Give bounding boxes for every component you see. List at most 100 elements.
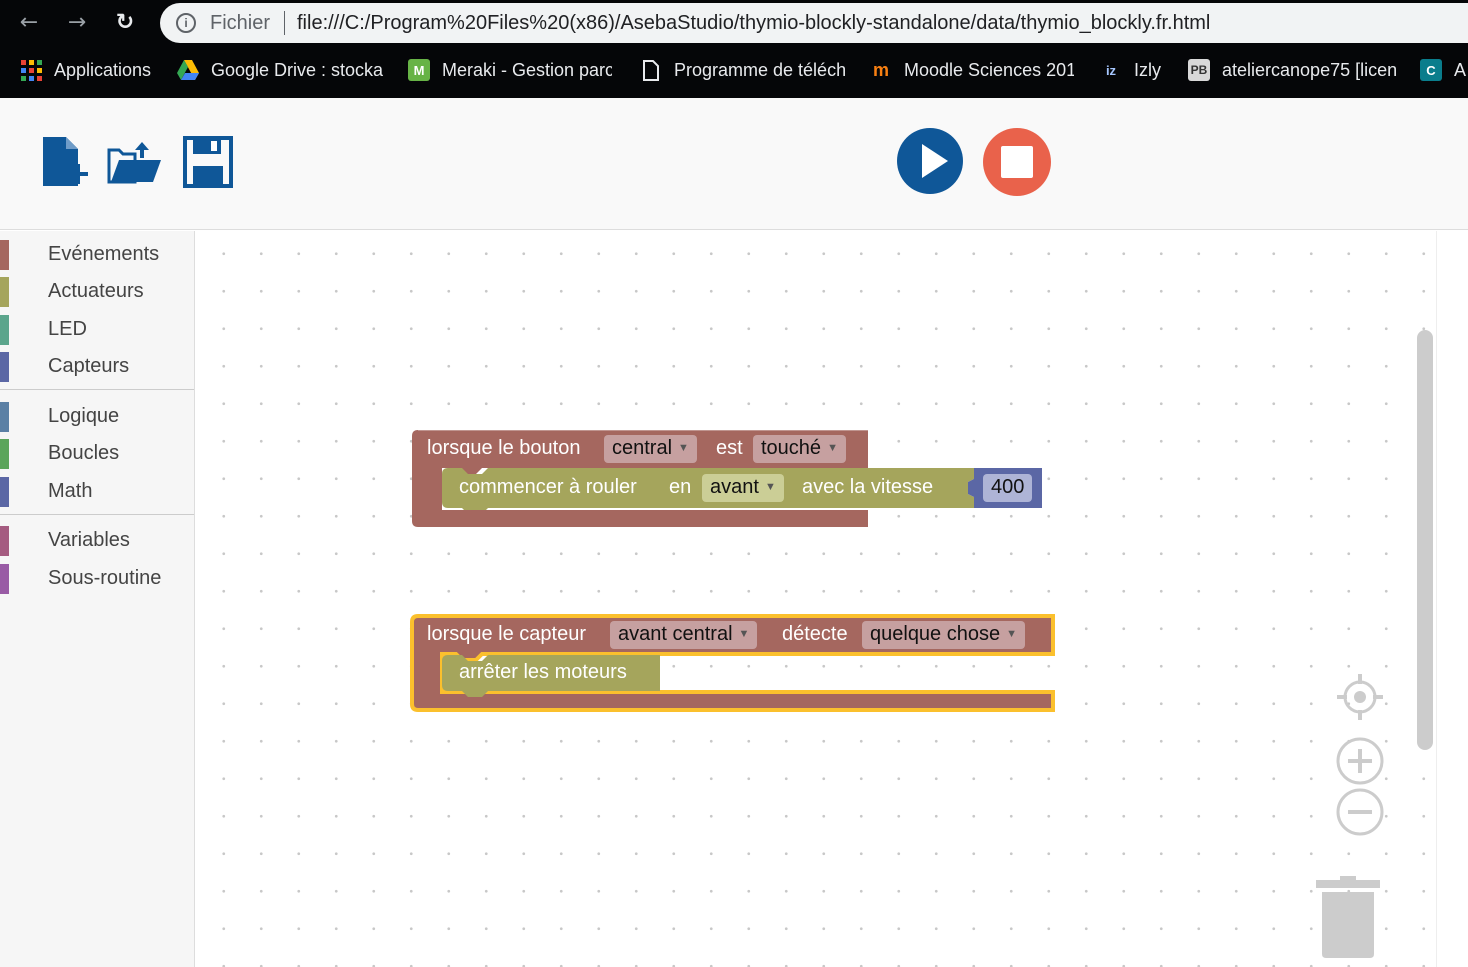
- category-capteurs[interactable]: Capteurs: [0, 349, 194, 383]
- open-folder-icon[interactable]: [107, 140, 163, 189]
- bookmark-label: Programme de téléch: [674, 59, 846, 80]
- url-text[interactable]: file:///C:/Program%20Files%20(x86)/Aseba…: [297, 12, 1210, 35]
- category-color: [0, 277, 9, 307]
- dropdown-arrow-icon: ▼: [764, 481, 776, 493]
- stop-motors-label: arrêter les moteurs: [459, 661, 627, 683]
- condition-dropdown[interactable]: quelque chose ▼: [862, 621, 1025, 649]
- dropdown-arrow-icon: ▼: [827, 442, 838, 454]
- dropdown-arrow-icon: ▼: [738, 628, 750, 640]
- info-icon[interactable]: i: [176, 13, 196, 33]
- bookmark-c[interactable]: C A: [1420, 56, 1468, 84]
- workspace-right-edge: [1436, 231, 1468, 967]
- run-button[interactable]: [897, 128, 963, 194]
- state-dropdown[interactable]: touché ▼: [753, 435, 846, 463]
- category-boucles[interactable]: Boucles: [0, 436, 194, 470]
- category-variables[interactable]: Variables: [0, 523, 194, 557]
- recenter-icon[interactable]: [1337, 674, 1383, 725]
- category-label: LED: [48, 318, 87, 340]
- category-label: Variables: [48, 529, 130, 551]
- speed-input[interactable]: 400: [983, 474, 1033, 502]
- scheme-label: Fichier: [210, 12, 271, 34]
- category-label: Sous-routine: [48, 567, 162, 589]
- category-color: [0, 402, 9, 432]
- new-file-icon[interactable]: [42, 136, 90, 193]
- state-value: touché: [761, 437, 822, 459]
- app-toolbar: [0, 98, 1468, 230]
- meraki-icon: M: [408, 59, 430, 81]
- page-icon: [640, 59, 662, 81]
- bookmarks-bar: Applications Google Drive : stocka M Mer…: [0, 50, 1468, 90]
- bookmark-meraki[interactable]: M Meraki - Gestion parc: [408, 56, 612, 84]
- event-block-mid: est: [716, 437, 743, 459]
- dropdown-arrow-icon: ▼: [678, 442, 689, 454]
- bookmark-label: Meraki - Gestion parc: [442, 59, 612, 80]
- category-evenements[interactable]: Evénements: [0, 237, 194, 271]
- back-icon[interactable]: ←: [14, 8, 44, 38]
- action-mid: en: [669, 476, 692, 498]
- omnibox-separator: [284, 11, 285, 35]
- apps-grid-icon: [20, 59, 42, 81]
- reload-icon[interactable]: ↻: [110, 8, 140, 38]
- event-block-prefix: lorsque le capteur: [427, 623, 586, 645]
- c-icon: C: [1420, 59, 1442, 81]
- event-block-mid: détecte: [782, 623, 848, 645]
- category-label: Evénements: [48, 243, 160, 265]
- action-suffix: avec la vitesse: [802, 476, 934, 498]
- category-led[interactable]: LED: [0, 312, 194, 346]
- category-color: [0, 240, 9, 270]
- toolbox: Evénements Actuateurs LED Capteurs Logiq…: [0, 231, 195, 967]
- category-color: [0, 352, 9, 382]
- bookmark-label: Google Drive : stocka: [211, 59, 384, 80]
- category-label: Math: [48, 480, 93, 502]
- zoom-in-icon[interactable]: [1336, 737, 1384, 790]
- bookmark-label: A: [1454, 59, 1467, 80]
- address-bar[interactable]: i Fichier file:///C:/Program%20Files%20(…: [160, 3, 1468, 43]
- stop-motors-block[interactable]: arrêter les moteurs: [442, 655, 660, 697]
- forward-icon[interactable]: →: [62, 8, 92, 38]
- dropdown-arrow-icon: ▼: [1006, 628, 1017, 640]
- category-color: [0, 526, 9, 556]
- category-math[interactable]: Math: [0, 474, 194, 508]
- sensor-value: avant central: [618, 623, 733, 645]
- izly-icon: iz: [1105, 62, 1117, 78]
- trash-icon[interactable]: [1316, 876, 1382, 965]
- save-icon[interactable]: [183, 136, 233, 193]
- workspace-scrollbar[interactable]: [1417, 330, 1433, 750]
- category-sous-routine[interactable]: Sous-routine: [0, 561, 194, 595]
- category-color: [0, 564, 9, 594]
- stop-button[interactable]: [983, 128, 1051, 196]
- browser-chrome: ← → ↻ i Fichier file:///C:/Program%20Fil…: [0, 0, 1468, 98]
- event-block-prefix: lorsque le bouton: [427, 437, 581, 459]
- pb-icon: PB: [1188, 59, 1210, 81]
- bookmark-label: ateliercanope75 [licen: [1222, 59, 1398, 80]
- google-drive-icon: [177, 59, 199, 81]
- button-value: central: [612, 437, 673, 459]
- category-logique[interactable]: Logique: [0, 399, 194, 433]
- moodle-icon: m: [872, 59, 889, 80]
- direction-value: avant: [710, 476, 759, 498]
- bookmark-label: Applications: [54, 59, 152, 80]
- direction-dropdown[interactable]: avant ▼: [702, 474, 784, 502]
- bookmark-izly[interactable]: iz Izly: [1100, 56, 1161, 84]
- bookmark-google-drive[interactable]: Google Drive : stocka: [177, 56, 385, 84]
- bookmark-moodle[interactable]: m Moodle Sciences 201: [870, 56, 1074, 84]
- bookmark-label: Moodle Sciences 201: [904, 59, 1074, 80]
- category-label: Actuateurs: [48, 280, 144, 302]
- toolbox-separator: [0, 514, 194, 515]
- bookmark-programme[interactable]: Programme de téléch: [640, 56, 846, 84]
- bookmark-applications[interactable]: Applications: [20, 56, 151, 84]
- category-color: [0, 315, 9, 345]
- action-prefix: commencer à rouler: [459, 476, 637, 498]
- category-label: Boucles: [48, 442, 120, 464]
- category-label: Logique: [48, 405, 120, 427]
- blockly-workspace[interactable]: [196, 231, 1436, 967]
- category-label: Capteurs: [48, 355, 130, 377]
- toolbox-separator: [0, 389, 194, 390]
- start-moving-block[interactable]: commencer à rouler en avant ▼ avec la vit…: [442, 468, 1044, 510]
- sensor-dropdown[interactable]: avant central ▼: [610, 621, 758, 649]
- bookmark-label: Izly: [1134, 59, 1161, 80]
- button-dropdown[interactable]: central ▼: [604, 435, 697, 463]
- zoom-out-icon[interactable]: [1336, 788, 1384, 841]
- category-actuateurs[interactable]: Actuateurs: [0, 274, 194, 308]
- bookmark-ateliercanope[interactable]: PB ateliercanope75 [licen: [1188, 56, 1398, 84]
